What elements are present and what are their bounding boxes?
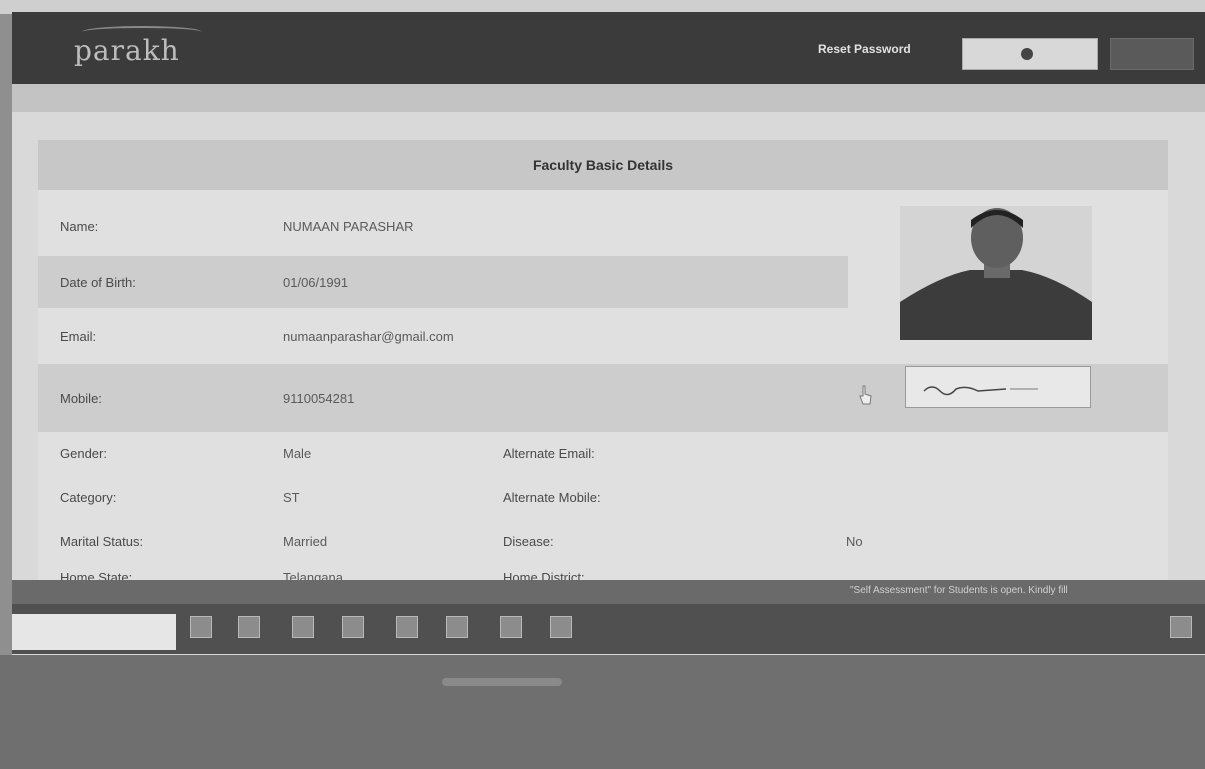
pointer-hand-icon xyxy=(858,384,874,406)
media-icon[interactable] xyxy=(446,616,468,638)
alternate-mobile-label: Alternate Mobile: xyxy=(503,489,601,505)
email-value: numaanparashar@gmail.com xyxy=(283,328,454,344)
disease-value: No xyxy=(846,533,863,549)
faculty-photo xyxy=(900,206,1092,340)
alternate-email-label: Alternate Email: xyxy=(503,445,595,461)
marital-status-value: Married xyxy=(283,533,328,549)
category-label: Category: xyxy=(60,489,117,505)
panel-title: Faculty Basic Details xyxy=(38,140,1168,190)
mail-icon[interactable] xyxy=(396,616,418,638)
dob-value: 01/06/1991 xyxy=(283,274,349,290)
monitor-bezel-bottom xyxy=(0,655,1205,769)
name-value: NUMAAN PARASHAR xyxy=(283,218,414,234)
gender-label: Gender: xyxy=(60,445,107,461)
user-icon xyxy=(1021,48,1033,60)
mobile-label: Mobile: xyxy=(60,390,102,406)
detail-row-marital: Marital Status: Married Disease: No xyxy=(38,518,1168,564)
disease-label: Disease: xyxy=(503,533,554,549)
category-value: ST xyxy=(283,489,300,505)
announcement-text: "Self Assessment" for Students is open. … xyxy=(850,585,1068,596)
store-icon[interactable] xyxy=(342,616,364,638)
detail-row-category: Category: ST Alternate Mobile: xyxy=(38,474,1168,520)
detail-row-name: Name: NUMAAN PARASHAR xyxy=(38,200,848,252)
mobile-value: 9110054281 xyxy=(283,390,355,406)
email-label: Email: xyxy=(60,328,97,344)
top-header: parakh Reset Password xyxy=(12,12,1205,84)
user-menu-button[interactable] xyxy=(962,38,1098,70)
search-icon[interactable] xyxy=(190,616,212,638)
taskbar-search-box[interactable] xyxy=(12,614,176,650)
logout-button[interactable] xyxy=(1110,38,1194,70)
task-view-icon[interactable] xyxy=(238,616,260,638)
signature-image xyxy=(905,366,1091,408)
reset-password-link[interactable]: Reset Password xyxy=(818,42,911,56)
detail-row-dob: Date of Birth: 01/06/1991 xyxy=(38,256,848,308)
word-icon[interactable] xyxy=(550,616,572,638)
monitor-brand-logo xyxy=(432,672,572,692)
chrome-icon[interactable] xyxy=(500,616,522,638)
name-label: Name: xyxy=(60,218,99,234)
detail-row-gender: Gender: Male Alternate Email: xyxy=(38,430,1168,476)
marital-status-label: Marital Status: xyxy=(60,533,144,549)
file-explorer-icon[interactable] xyxy=(292,616,314,638)
dob-label: Date of Birth: xyxy=(60,274,136,290)
detail-row-email: Email: numaanparashar@gmail.com xyxy=(38,310,848,362)
app-logo[interactable]: parakh xyxy=(74,34,180,67)
gender-value: Male xyxy=(283,445,312,461)
notification-icon[interactable] xyxy=(1170,616,1192,638)
sub-navigation-bar xyxy=(12,84,1205,112)
